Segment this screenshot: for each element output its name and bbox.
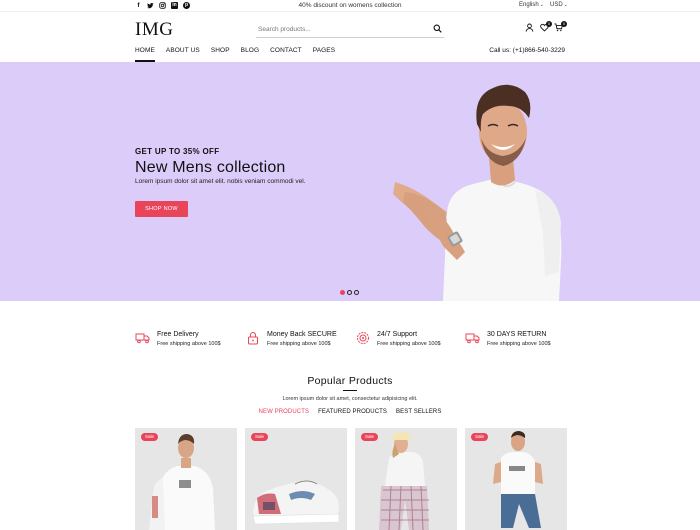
feature-subtitle: Free shipping above 100$ [377,341,441,347]
sale-badge: Sale [361,433,378,441]
feature-title: 24/7 Support [377,331,418,338]
slider-dot[interactable] [347,290,352,295]
nav-item-shop[interactable]: SHOP [211,47,230,61]
product-image [149,434,215,530]
slider-dot[interactable] [340,290,345,295]
nav-item-contact[interactable]: CONTACT [270,47,302,61]
truck-icon [135,333,150,344]
lock-icon [248,332,258,345]
section-subtitle: Lorem ipsum dolor sit amet, consectetur … [282,396,418,402]
feature-subtitle: Free shipping above 100$ [157,341,221,347]
currency-label: USD [550,2,563,8]
shop-now-button[interactable]: SHOP NOW [135,201,188,217]
product-card[interactable]: Sale [245,428,347,530]
nav-item-blog[interactable]: BLOG [241,47,259,61]
currency-select[interactable]: USD ⌄ [550,2,568,8]
call-us-text: Call us: (+1)866-540-3229 [489,47,565,54]
feature-subtitle: Free shipping above 100$ [267,341,331,347]
promo-text: 40% discount on womens collection [298,2,402,9]
cart-count-badge: 0 [561,21,567,27]
support-icon [357,332,369,344]
feature-title: Money Back SECURE [267,331,337,338]
feature-title: 30 DAYS RETURN [487,331,547,338]
product-tabs: NEW PRODUCTS FEATURED PRODUCTS BEST SELL… [0,409,700,415]
language-select[interactable]: English ⌄ [519,2,544,8]
product-card[interactable]: Sale [355,428,457,530]
search-icon[interactable] [433,24,442,33]
product-image [379,431,429,530]
nav-item-about-us[interactable]: ABOUT US [166,47,200,61]
tab-best-sellers[interactable]: BEST SELLERS [396,409,441,415]
site-logo[interactable]: IMG [135,19,173,41]
hero-text: Lorem ipsum dolor sit amet elit. nobis v… [135,178,306,185]
title-divider [343,390,357,391]
chevron-down-icon: ⌄ [539,2,544,8]
product-card[interactable]: Sale [465,428,567,530]
tab-new-products[interactable]: NEW PRODUCTS [259,409,310,415]
slider-dots [340,290,359,295]
nav-item-pages[interactable]: PAGES [313,47,335,61]
feature-free-delivery: Free Delivery Free shipping above 100$ [135,330,255,350]
hero-model-image [393,84,562,301]
product-image [252,480,340,525]
hero-title: New Mens collection [135,159,286,176]
truck-icon [465,333,480,344]
feature-subtitle: Free shipping above 100$ [487,341,551,347]
chevron-down-icon: ⌄ [563,2,568,8]
sale-badge: Sale [251,433,268,441]
section-title: Popular Products [307,375,393,387]
feature-title: Free Delivery [157,331,199,338]
search-input[interactable] [258,22,428,36]
feature-money-back: Money Back SECURE Free shipping above 10… [245,330,365,350]
hero-banner: GET UP TO 35% OFF New Mens collection Lo… [0,62,700,301]
user-icon[interactable] [525,23,534,32]
feature-returns: 30 DAYS RETURN Free shipping above 100$ [465,330,585,350]
nav-item-home[interactable]: HOME [135,47,155,62]
feature-support: 24/7 Support Free shipping above 100$ [355,330,475,350]
product-card[interactable]: Sale [135,428,237,530]
sale-badge: Sale [471,433,488,441]
main-nav: HOME ABOUT US SHOP BLOG CONTACT PAGES [135,47,335,62]
top-bar: f in p 40% discount on womens collection… [0,0,700,12]
sale-badge: Sale [141,433,158,441]
wishlist-count-badge: 0 [546,21,552,27]
tab-featured-products[interactable]: FEATURED PRODUCTS [318,409,387,415]
hero-subtitle: GET UP TO 35% OFF [135,147,220,156]
language-label: English [519,2,539,8]
search-bar [256,21,444,38]
product-image [493,431,543,528]
slider-dot[interactable] [354,290,359,295]
